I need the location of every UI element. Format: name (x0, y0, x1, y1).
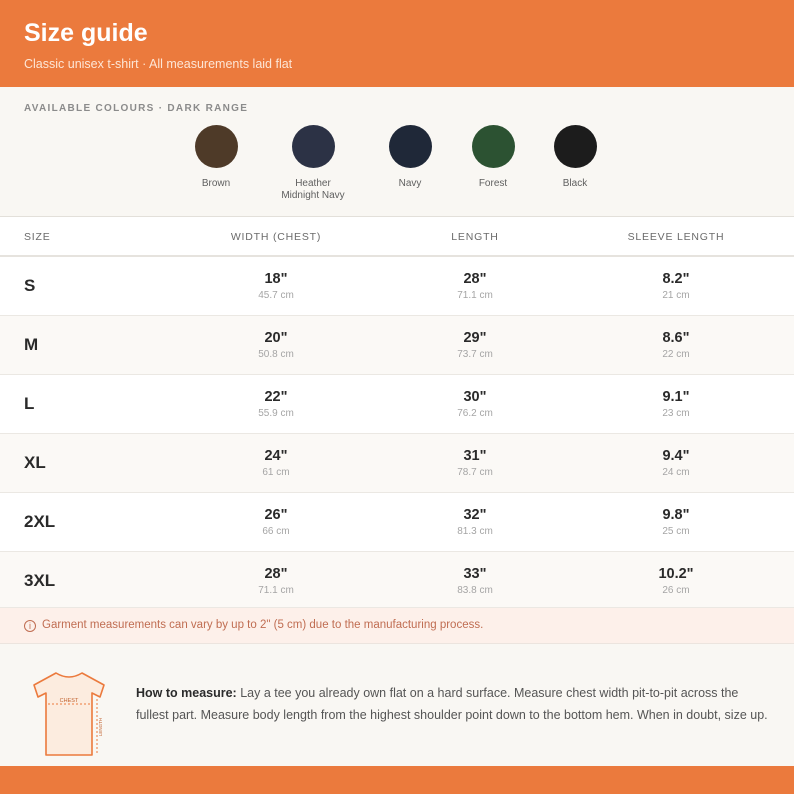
width-cell: 18" 45.7 cm (206, 270, 346, 301)
length-cell: 31" 78.7 cm (405, 447, 545, 478)
sleeve-inches: 10.2" (658, 566, 694, 582)
sleeve-cell: 10.2" 26 cm (606, 565, 746, 596)
header-length: LENGTH (451, 231, 499, 243)
sleeve-cm: 25 cm (662, 526, 690, 537)
swatch-dot (471, 125, 515, 168)
length-cm: 71.1 cm (457, 290, 493, 301)
table-row: M 20" 50.8 cm 29" 73.7 cm 8.6" 22 cm (0, 316, 794, 375)
width-cm: 71.1 cm (258, 585, 294, 596)
table-row: 2XL 26" 66 cm 32" 81.3 cm 9.8" 25 cm (0, 493, 794, 552)
colour-options: AVAILABLE COLOURS · DARK RANGE Brown Hea… (0, 87, 794, 217)
table-row: 3XL 28" 71.1 cm 33" 83.8 cm 10.2" 26 cm (0, 552, 794, 608)
width-inches: 26" (264, 507, 288, 523)
sleeve-inches: 9.4" (662, 448, 690, 464)
length-inches: 29" (463, 330, 487, 346)
sleeve-cell: 9.4" 24 cm (606, 447, 746, 478)
page-footer-bar (0, 766, 794, 794)
note-text: Garment measurements can vary by up to 2… (42, 619, 484, 631)
width-cell: 20" 50.8 cm (206, 329, 346, 360)
width-cm: 50.8 cm (258, 349, 294, 360)
sleeve-cm: 21 cm (662, 290, 690, 301)
width-cm: 45.7 cm (258, 290, 294, 301)
swatch-label: Heather Midnight Navy (281, 178, 345, 201)
swatch-dot (388, 125, 432, 168)
sleeve-cell: 9.8" 25 cm (606, 506, 746, 537)
size-label: M (24, 335, 39, 354)
variance-note: i Garment measurements can vary by up to … (0, 608, 794, 644)
tshirt-icon: CHEST LENGTH (33, 672, 105, 756)
length-cell: 30" 76.2 cm (405, 388, 545, 419)
length-cm: 76.2 cm (457, 408, 493, 419)
length-cm: 81.3 cm (457, 526, 493, 537)
width-cell: 26" 66 cm (206, 506, 346, 537)
size-label: 2XL (24, 512, 56, 531)
swatch-label: Brown (201, 178, 231, 189)
length-inches: 33" (463, 566, 487, 582)
how-to-measure: CHEST LENGTH How to measure: Lay a tee y… (0, 644, 794, 766)
width-cell: 22" 55.9 cm (206, 388, 346, 419)
length-inches: 28" (463, 271, 487, 287)
length-inches: 30" (463, 389, 487, 405)
page-title: Size guide (24, 19, 148, 47)
length-cm: 78.7 cm (457, 467, 493, 478)
table-row: S 18" 45.7 cm 28" 71.1 cm 8.2" 21 cm (0, 257, 794, 316)
size-label: L (24, 394, 35, 413)
page-header: Size guide Classic unisex t-shirt · All … (0, 0, 794, 87)
width-inches: 22" (264, 389, 288, 405)
length-cm: 83.8 cm (457, 585, 493, 596)
table-row: L 22" 55.9 cm 30" 76.2 cm 9.1" 23 cm (0, 375, 794, 434)
sleeve-cm: 22 cm (662, 349, 690, 360)
width-cm: 66 cm (262, 526, 290, 537)
sleeve-inches: 8.6" (662, 330, 690, 346)
header-width: WIDTH (CHEST) (230, 231, 322, 243)
sleeve-cell: 8.6" 22 cm (606, 329, 746, 360)
length-label: LENGTH (98, 718, 103, 736)
header-sleeve: SLEEVE LENGTH (627, 231, 725, 243)
info-icon: i (24, 620, 36, 632)
chest-label: CHEST (60, 698, 79, 704)
length-cell: 32" 81.3 cm (405, 506, 545, 537)
sleeve-cm: 24 cm (662, 467, 690, 478)
how-to-heading: How to measure: (136, 686, 237, 700)
swatch-dot (553, 125, 597, 168)
sleeve-cell: 9.1" 23 cm (606, 388, 746, 419)
size-label: XL (24, 453, 46, 472)
header-size: SIZE (24, 231, 51, 243)
sleeve-inches: 8.2" (662, 271, 690, 287)
width-cm: 61 cm (262, 467, 290, 478)
swatch-dot (194, 125, 238, 168)
swatch-label: Black (562, 178, 588, 189)
width-cm: 55.9 cm (258, 408, 294, 419)
width-inches: 28" (264, 566, 288, 582)
length-cm: 73.7 cm (457, 349, 493, 360)
size-label: 3XL (24, 571, 56, 590)
width-inches: 18" (264, 271, 288, 287)
table-row: XL 24" 61 cm 31" 78.7 cm 9.4" 24 cm (0, 434, 794, 493)
length-inches: 32" (463, 507, 487, 523)
colours-label: AVAILABLE COLOURS · DARK RANGE (24, 103, 249, 114)
length-cell: 33" 83.8 cm (405, 565, 545, 596)
page-subtitle: Classic unisex t-shirt · All measurement… (24, 57, 293, 71)
how-to-measure-text: How to measure: Lay a tee you already ow… (136, 682, 768, 726)
size-table-header: SIZE WIDTH (CHEST) LENGTH SLEEVE LENGTH (0, 217, 794, 257)
sleeve-inches: 9.1" (662, 389, 690, 405)
length-cell: 28" 71.1 cm (405, 270, 545, 301)
swatch-heather-midnight-navy[interactable]: Heather Midnight Navy (263, 125, 363, 202)
length-cell: 29" 73.7 cm (405, 329, 545, 360)
width-inches: 20" (264, 330, 288, 346)
swatch-brown[interactable]: Brown (166, 125, 266, 190)
width-inches: 24" (264, 448, 288, 464)
sleeve-inches: 9.8" (662, 507, 690, 523)
swatch-dot (291, 125, 335, 168)
width-cell: 24" 61 cm (206, 447, 346, 478)
swatch-black[interactable]: Black (525, 125, 625, 190)
width-cell: 28" 71.1 cm (206, 565, 346, 596)
sleeve-cm: 23 cm (662, 408, 690, 419)
size-label: S (24, 276, 36, 295)
sleeve-cm: 26 cm (662, 585, 690, 596)
length-inches: 31" (463, 448, 487, 464)
sleeve-cell: 8.2" 21 cm (606, 270, 746, 301)
